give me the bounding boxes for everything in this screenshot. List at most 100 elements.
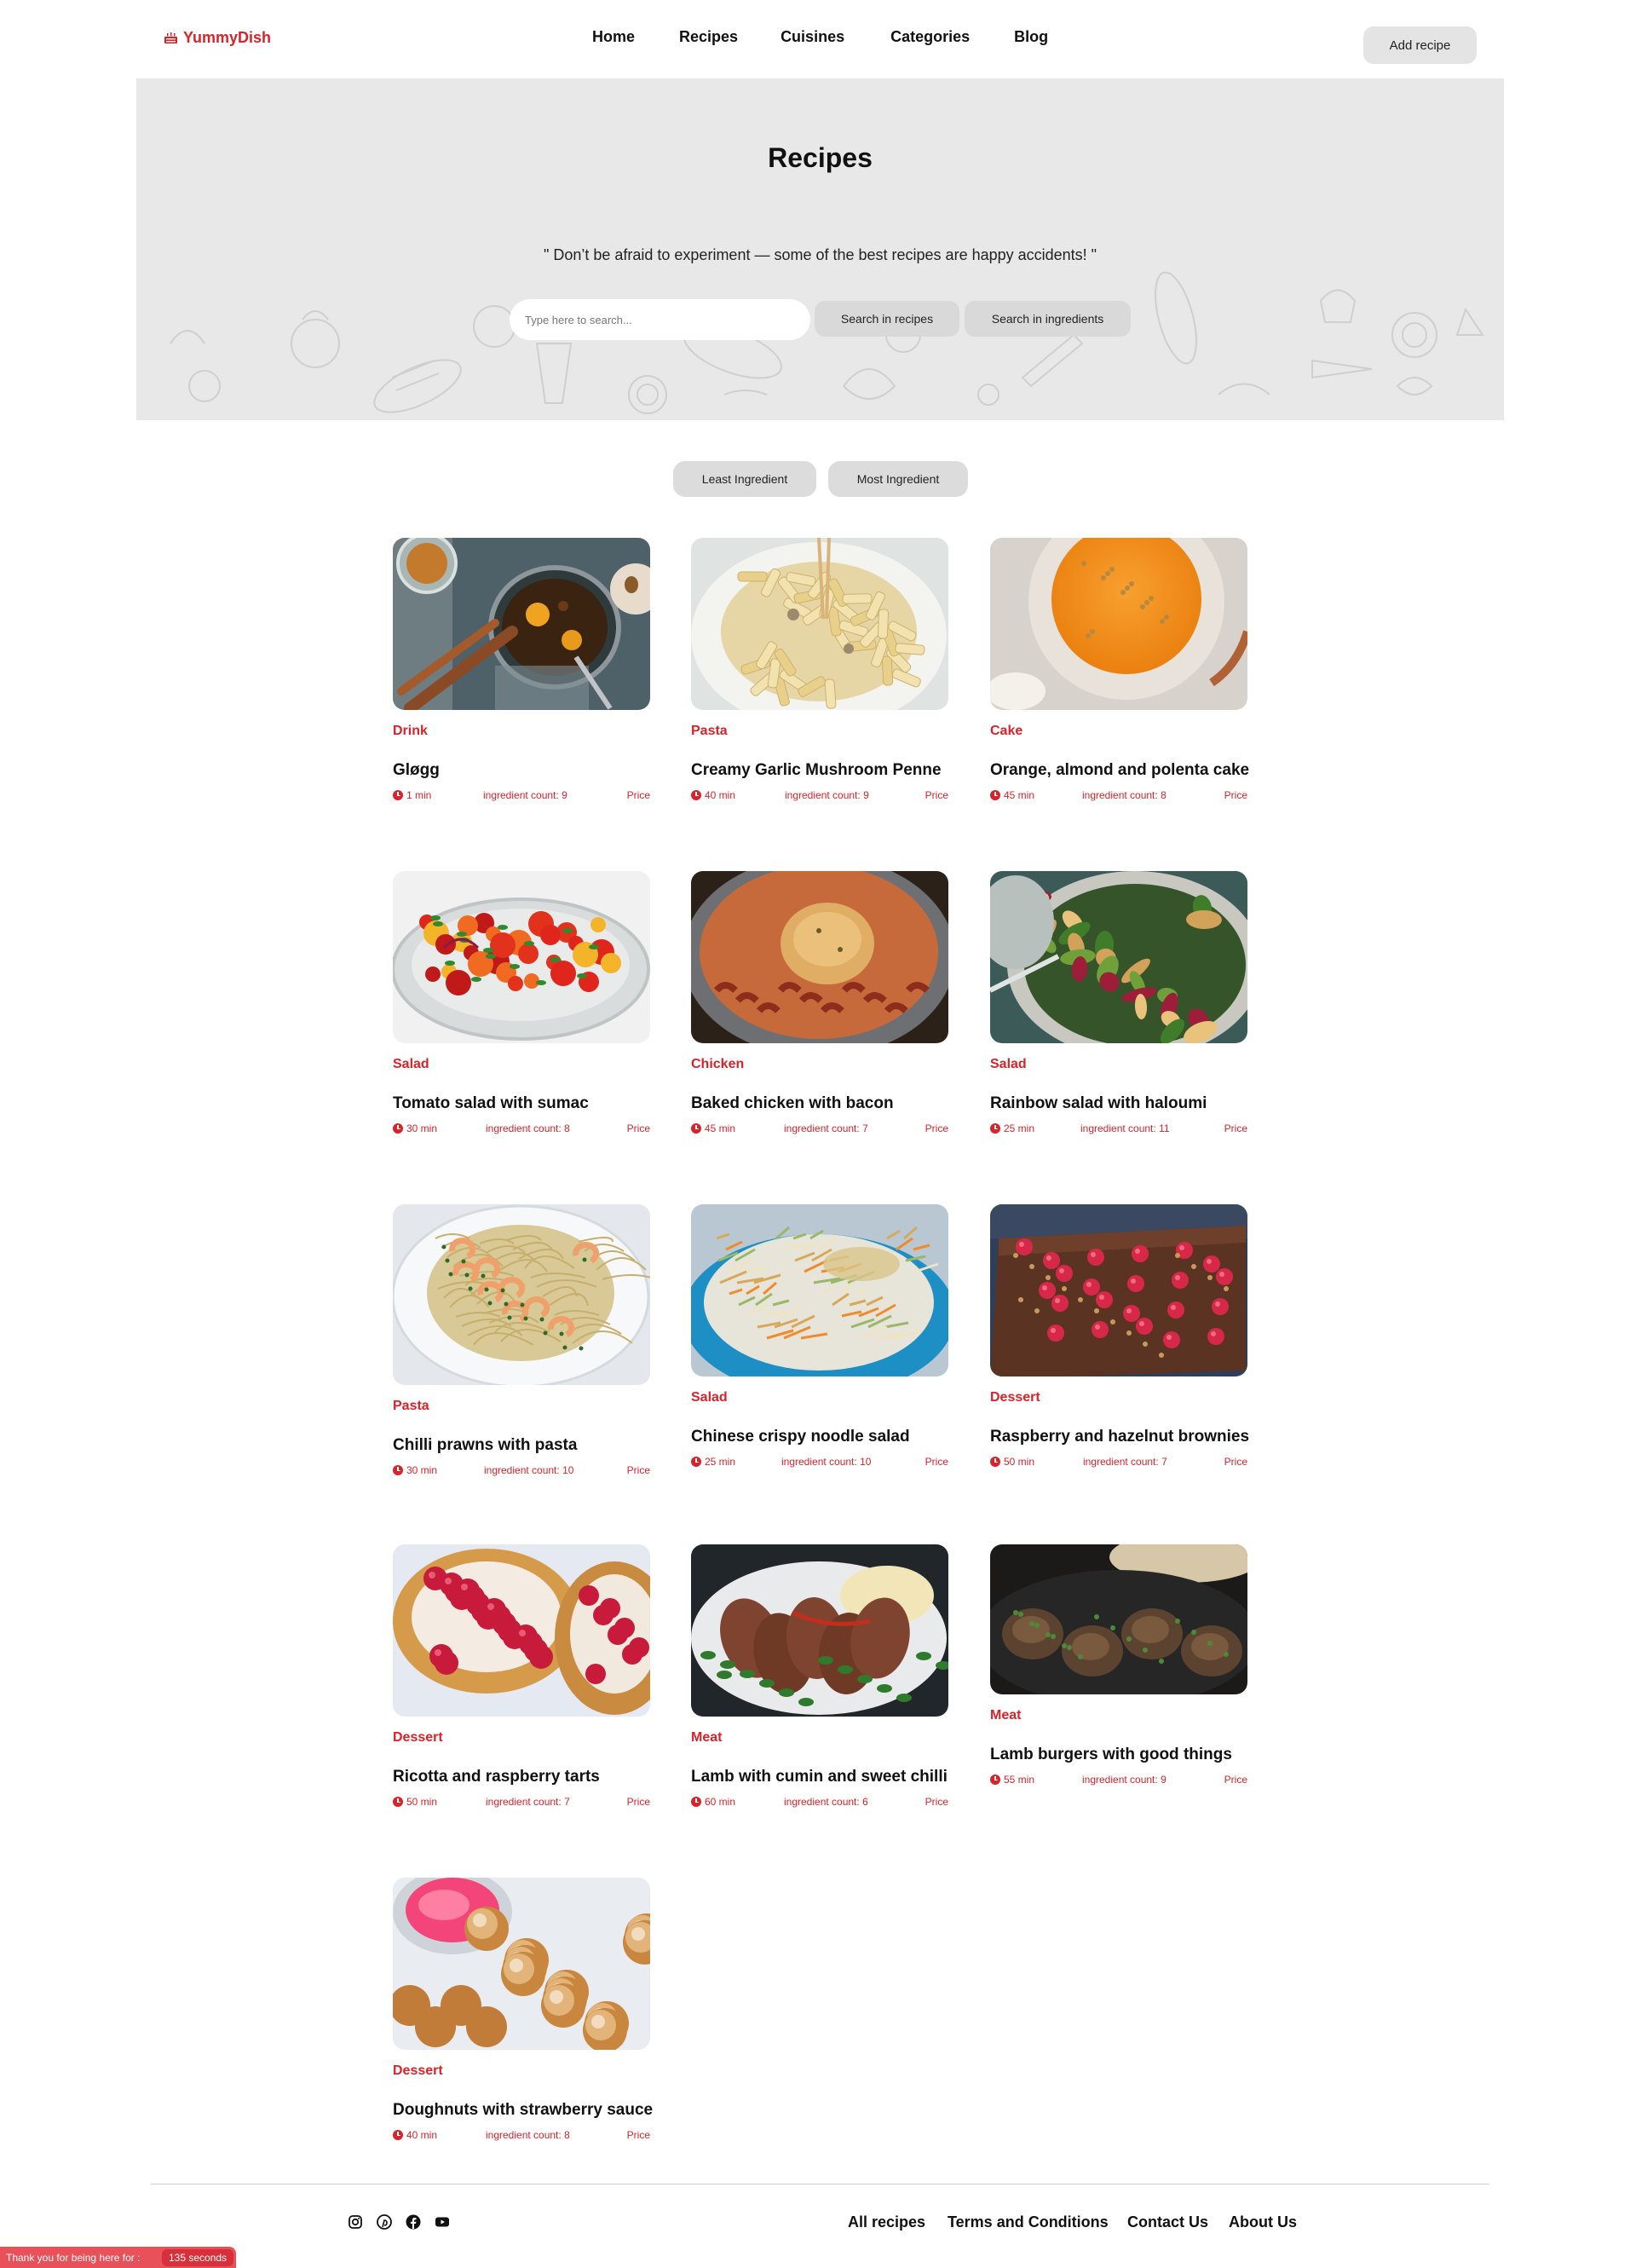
recipe-card[interactable]: Salad Rainbow salad with haloumi 25 min ing… <box>990 871 1247 1140</box>
recipe-time: 40 min <box>393 2129 437 2141</box>
recipe-image[interactable] <box>393 1544 650 1717</box>
footer-about[interactable]: About Us <box>1229 2213 1297 2231</box>
recipe-image[interactable] <box>990 871 1247 1043</box>
footer-terms[interactable]: Terms and Conditions <box>948 2213 1109 2231</box>
recipe-title[interactable]: Lamb with cumin and sweet chilli <box>691 1768 948 1786</box>
search-ingredients-button[interactable]: Search in ingredients <box>965 301 1131 337</box>
search-recipes-button[interactable]: Search in recipes <box>815 301 959 337</box>
recipe-category: Cake <box>990 724 1023 738</box>
recipe-card[interactable]: Dessert Doughnuts with strawberry sauce 40… <box>393 1878 653 2146</box>
recipe-image[interactable] <box>990 538 1247 710</box>
recipe-card[interactable]: Dessert Raspberry and hazelnut brownies 50… <box>990 1204 1249 1473</box>
recipe-image[interactable] <box>393 538 650 710</box>
recipe-time-value: 40 min <box>406 2129 438 2141</box>
recipe-card[interactable]: Meat Lamb burgers with good things 55 min i… <box>990 1544 1247 1791</box>
recipe-title[interactable]: Raspberry and hazelnut brownies <box>990 1428 1249 1446</box>
recipe-image[interactable] <box>990 1204 1247 1376</box>
recipe-category: Chicken <box>691 1057 745 1071</box>
clock-icon <box>990 1775 1000 1785</box>
recipe-image[interactable] <box>691 1204 948 1376</box>
brand-logo[interactable]: YummyDish <box>164 29 271 47</box>
recipe-card[interactable]: Meat Lamb with cumin and sweet chilli 60 m… <box>691 1544 948 1813</box>
recipe-title[interactable]: Orange, almond and polenta cake <box>990 761 1249 780</box>
recipe-card[interactable]: Salad Tomato salad with sumac 30 min ingred… <box>393 871 650 1140</box>
recipe-title[interactable]: Rainbow salad with haloumi <box>990 1094 1207 1113</box>
recipe-image[interactable] <box>691 1544 948 1717</box>
nav-cuisines[interactable]: Cuisines <box>781 28 844 46</box>
nav-categories[interactable]: Categories <box>890 28 970 46</box>
recipe-card[interactable]: Pasta Creamy Garlic Mushroom Penne 40 min i… <box>691 538 948 806</box>
recipe-time: 60 min <box>691 1796 735 1808</box>
add-recipe-button[interactable]: Add recipe <box>1363 26 1477 64</box>
recipe-title[interactable]: Lamb burgers with good things <box>990 1746 1232 1764</box>
recipe-title[interactable]: Ricotta and raspberry tarts <box>393 1768 600 1786</box>
recipe-category: Meat <box>990 1708 1022 1723</box>
recipe-image[interactable] <box>691 871 948 1043</box>
recipe-category: Drink <box>393 724 428 738</box>
recipe-time: 1 min <box>393 789 431 801</box>
recipe-category: Dessert <box>393 1730 443 1745</box>
recipe-title[interactable]: Doughnuts with strawberry sauce <box>393 2101 653 2120</box>
recipe-card[interactable]: Cake Orange, almond and polenta cake 45 mi… <box>990 538 1249 806</box>
sort-most-ingredient-button[interactable]: Most Ingredient <box>828 461 968 497</box>
hero-quote: " Don’t be afraid to experiment — some o… <box>543 246 1097 263</box>
recipe-price: Price <box>925 1796 948 1808</box>
recipe-ingredient-count: ingredient count: 6 <box>784 1796 868 1808</box>
recipe-category: Salad <box>393 1057 429 1071</box>
recipe-image[interactable] <box>691 538 948 710</box>
recipe-price: Price <box>925 1456 948 1468</box>
recipe-ingredient-count: ingredient count: 9 <box>1082 1774 1167 1786</box>
youtube-icon[interactable] <box>435 2214 450 2230</box>
nav-home[interactable]: Home <box>592 28 635 46</box>
recipe-title[interactable]: Gløgg <box>393 761 440 780</box>
footer-all-recipes[interactable]: All recipes <box>848 2213 925 2231</box>
clock-icon <box>393 1465 403 1475</box>
instagram-icon[interactable] <box>348 2214 363 2230</box>
cake-icon <box>164 32 177 43</box>
recipe-category: Pasta <box>393 1399 429 1413</box>
recipe-price: Price <box>626 1796 650 1808</box>
recipe-time: 50 min <box>393 1796 437 1808</box>
recipe-time-value: 25 min <box>705 1456 736 1468</box>
recipe-image[interactable] <box>393 871 650 1043</box>
recipe-ingredient-count: ingredient count: 7 <box>784 1122 868 1134</box>
recipe-time: 40 min <box>691 789 735 801</box>
recipe-price: Price <box>925 1122 948 1134</box>
recipe-title[interactable]: Chilli prawns with pasta <box>393 1436 577 1455</box>
recipe-card[interactable]: Pasta Chilli prawns with pasta 30 min ingre… <box>393 1204 650 1481</box>
recipe-image[interactable] <box>393 1878 650 2050</box>
nav-blog[interactable]: Blog <box>1014 28 1048 46</box>
recipe-card[interactable]: Chicken Baked chicken with bacon 45 min ing… <box>691 871 948 1140</box>
recipe-price: Price <box>925 789 948 801</box>
recipe-time: 25 min <box>691 1456 735 1468</box>
recipe-card[interactable]: Drink Gløgg 1 min ingredient count: 9 Price <box>393 538 650 806</box>
recipe-title[interactable]: Baked chicken with bacon <box>691 1094 894 1113</box>
recipe-price: Price <box>626 2129 650 2141</box>
recipe-title[interactable]: Chinese crispy noodle salad <box>691 1428 910 1446</box>
recipe-price: Price <box>626 1122 650 1134</box>
nav-links: Home Recipes Cuisines Categories Blog <box>592 28 1048 46</box>
pinterest-icon[interactable] <box>377 2214 392 2230</box>
recipe-title[interactable]: Tomato salad with sumac <box>393 1094 589 1113</box>
recipe-ingredient-count: ingredient count: 8 <box>1082 789 1167 801</box>
nav-recipes[interactable]: Recipes <box>679 28 738 46</box>
page-title: Recipes <box>768 142 873 173</box>
recipe-time-value: 30 min <box>406 1122 438 1134</box>
recipe-time: 45 min <box>691 1122 735 1134</box>
recipe-category: Salad <box>691 1390 728 1405</box>
recipe-image[interactable] <box>990 1544 1247 1694</box>
clock-icon <box>691 1123 701 1134</box>
recipe-price: Price <box>626 1464 650 1476</box>
clock-icon <box>393 1797 403 1807</box>
recipe-image[interactable] <box>393 1204 650 1385</box>
recipe-card[interactable]: Dessert Ricotta and raspberry tarts 50 min… <box>393 1544 650 1813</box>
recipe-ingredient-count: ingredient count: 7 <box>486 1796 570 1808</box>
recipe-title[interactable]: Creamy Garlic Mushroom Penne <box>691 761 942 780</box>
recipe-time-value: 60 min <box>705 1796 736 1808</box>
facebook-icon[interactable] <box>406 2214 421 2230</box>
recipe-card[interactable]: Salad Chinese crispy noodle salad 25 min in… <box>691 1204 948 1473</box>
sort-least-ingredient-button[interactable]: Least Ingredient <box>673 461 816 497</box>
time-on-site-badge: Thank you for being here for : 135 secon… <box>0 2247 236 2268</box>
footer-contact[interactable]: Contact Us <box>1127 2213 1208 2231</box>
search-input[interactable] <box>510 299 810 340</box>
